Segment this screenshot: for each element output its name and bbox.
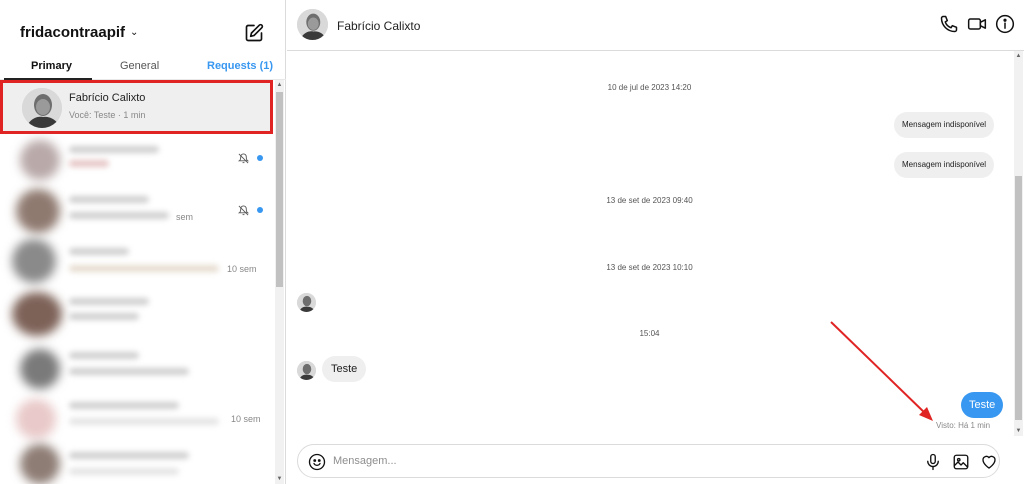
chat-panel: Fabrício Calixto 10 de jul de 2023 14:20… [287,0,1024,484]
avatar [20,140,60,180]
inbox-tabs: Primary General Requests (1) [0,56,286,80]
conversation-item-blurred[interactable]: sem [0,188,275,242]
conversation-item-blurred[interactable] [0,136,275,190]
blurred-preview [69,313,139,320]
avatar [20,444,60,484]
blurred-preview [69,418,219,425]
blurred-preview [69,160,109,167]
avatar [20,349,60,389]
blurred-name [69,146,159,153]
emoji-icon[interactable] [308,453,326,471]
scroll-up-arrow-icon[interactable]: ▲ [275,80,284,90]
message-bubble-unavailable[interactable]: Mensagem indisponível [894,152,995,178]
sent-message-bubble[interactable]: Teste [961,392,1004,418]
scroll-up-arrow-icon[interactable]: ▲ [1014,51,1023,61]
chat-header: Fabrício Calixto [287,0,1024,51]
blurred-name [69,402,179,409]
conversation-item-blurred[interactable] [0,440,275,484]
muted-bell-icon [238,205,249,216]
account-switcher[interactable]: fridacontraapif ⌄ [20,24,138,41]
conversation-time: 10 sem [231,414,261,424]
conversation-list: Fabrício Calixto Você: Teste · 1 min sem [0,80,286,484]
unread-dot [257,207,263,213]
microphone-icon[interactable] [924,453,942,471]
chat-scrollbar[interactable]: ▲ ▼ [1014,51,1023,436]
chevron-down-icon: ⌄ [130,27,139,38]
conversation-time: 10 sem [227,264,257,274]
unread-dot [257,155,263,161]
conversation-name: Fabrício Calixto [69,92,146,104]
blurred-name [69,196,149,203]
message-timestamp: 10 de jul de 2023 14:20 [607,83,692,92]
contact-small-avatar [297,293,316,312]
message-bubble-unavailable[interactable]: Mensagem indisponível [894,112,995,138]
account-name: fridacontraapif [20,24,126,41]
message-composer [297,444,1000,478]
blurred-preview [69,265,219,272]
conversation-item-blurred[interactable] [0,288,275,342]
message-timestamp: 15:04 [639,329,660,338]
conversation-time: sem [176,212,194,222]
message-input[interactable] [333,452,893,470]
avatar [12,292,62,336]
message-timestamp: 13 de set de 2023 09:40 [606,196,693,205]
sidebar-scrollbar[interactable]: ▲ ▼ [275,80,284,484]
avatar [22,88,62,128]
video-call-icon[interactable] [967,14,987,34]
received-message-bubble[interactable]: Teste [322,356,367,382]
heart-icon[interactable] [980,453,998,471]
message-thread: 10 de jul de 2023 14:20 Mensagem indispo… [287,51,1024,436]
tab-primary[interactable]: Primary [31,60,72,72]
phone-icon[interactable] [939,14,959,34]
scroll-down-arrow-icon[interactable]: ▼ [1014,426,1023,436]
message-timestamp: 13 de set de 2023 10:10 [606,263,693,272]
blurred-preview [69,468,179,475]
scroll-thumb[interactable] [276,92,283,287]
seen-status: Visto: Há 1 min [936,421,991,430]
conversation-item-blurred[interactable] [0,342,275,396]
avatar [12,239,56,283]
contact-avatar[interactable] [297,9,328,40]
info-icon[interactable] [995,14,1015,34]
avatar [16,189,60,233]
conversation-item-blurred[interactable]: 10 sem [0,392,275,446]
blurred-name [69,298,149,305]
blurred-preview [69,368,189,375]
tab-general[interactable]: General [120,60,159,72]
avatar [16,399,56,439]
instagram-dm-window: fridacontraapif ⌄ Primary General Request… [0,0,1024,484]
scroll-thumb[interactable] [1015,176,1022,420]
contact-name[interactable]: Fabrício Calixto [337,19,420,33]
muted-bell-icon [238,153,249,164]
conversation-item-fabricio[interactable]: Fabrício Calixto Você: Teste · 1 min [0,80,273,134]
sidebar-header: fridacontraapif ⌄ [0,0,286,56]
compose-icon[interactable] [244,23,264,43]
red-annotation-arrow [830,321,933,421]
tab-requests[interactable]: Requests (1) [207,60,273,72]
conversation-item-blurred[interactable]: 10 sem [0,239,275,294]
blurred-name [69,352,139,359]
blurred-preview [69,212,169,219]
blurred-name [69,248,129,255]
contact-small-avatar [297,361,316,380]
image-icon[interactable] [952,453,970,471]
blurred-name [69,452,189,459]
scroll-down-arrow-icon[interactable]: ▼ [275,474,284,484]
conversation-sidebar: fridacontraapif ⌄ Primary General Request… [0,0,286,484]
conversation-preview: Você: Teste · 1 min [69,110,146,120]
